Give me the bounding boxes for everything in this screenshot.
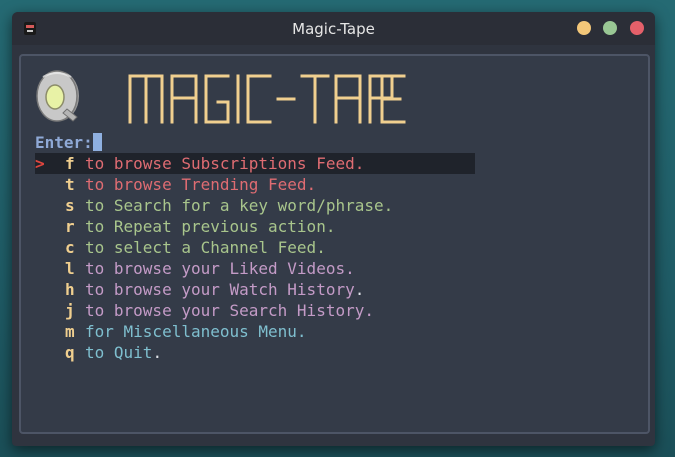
menu-key: t: [65, 175, 75, 194]
menu-item-label: to browse Trending Feed.: [85, 175, 317, 194]
maximize-button[interactable]: [603, 21, 617, 35]
menu-key: s: [65, 196, 75, 215]
terminal-window: Magic-Tape Enter: > f to browse Subscrip…: [12, 12, 655, 446]
prompt-label: Enter:: [35, 133, 93, 152]
menu-item-label: to browse Subscriptions Feed.: [85, 154, 365, 173]
duct-tape-logo-icon: [36, 70, 79, 122]
magic-tape-logo-text: [128, 74, 406, 124]
menu-item-subscriptions[interactable]: > f to browse Subscriptions Feed.: [35, 153, 475, 174]
menu-item-suffix: .: [354, 280, 365, 299]
text-cursor: [92, 133, 102, 151]
menu-item-channel[interactable]: c to select a Channel Feed.: [35, 237, 475, 258]
close-button[interactable]: [630, 21, 644, 35]
menu-item-label: to Repeat previous action.: [85, 217, 336, 236]
window-titlebar[interactable]: Magic-Tape: [12, 12, 655, 45]
menu-item-watch-history[interactable]: h to browse your Watch History.: [35, 279, 475, 300]
menu-item-label: to Search for a key word/phrase.: [85, 196, 394, 215]
menu-key: c: [65, 238, 75, 257]
menu-item-label: to browse your Liked Videos.: [85, 259, 355, 278]
menu-item-suffix: .: [152, 343, 163, 362]
menu-key: r: [65, 217, 75, 236]
menu-item-label: to browse your Watch History: [85, 280, 355, 299]
menu-item-search-history[interactable]: j to browse your Search History.: [35, 300, 475, 321]
menu-item-trending[interactable]: t to browse Trending Feed.: [35, 174, 475, 195]
window-title: Magic-Tape: [292, 20, 375, 38]
menu-item-label: for Miscellaneous Menu.: [85, 322, 307, 341]
menu-item-misc[interactable]: m for Miscellaneous Menu.: [35, 321, 475, 342]
selection-marker: >: [35, 154, 45, 173]
menu-key: m: [65, 322, 75, 341]
menu-item-label: to select a Channel Feed.: [85, 238, 326, 257]
menu-item-search[interactable]: s to Search for a key word/phrase.: [35, 195, 475, 216]
menu-item-label: to Quit: [85, 343, 153, 362]
menu-list: > f to browse Subscriptions Feed. t to brow…: [35, 153, 475, 363]
menu-key: f: [65, 154, 75, 173]
menu-key: q: [65, 343, 75, 362]
command-prompt[interactable]: Enter:: [35, 133, 102, 153]
menu-item-repeat[interactable]: r to Repeat previous action.: [35, 216, 475, 237]
menu-item-liked[interactable]: l to browse your Liked Videos.: [35, 258, 475, 279]
menu-item-label: to browse your Search History.: [85, 301, 374, 320]
menu-item-quit[interactable]: q to Quit.: [35, 342, 475, 363]
menu-key: h: [65, 280, 75, 299]
minimize-button[interactable]: [577, 21, 591, 35]
menu-key: j: [65, 301, 75, 320]
menu-key: l: [65, 259, 75, 278]
terminal-pane[interactable]: Enter: > f to browse Subscriptions Feed. t…: [19, 54, 650, 434]
